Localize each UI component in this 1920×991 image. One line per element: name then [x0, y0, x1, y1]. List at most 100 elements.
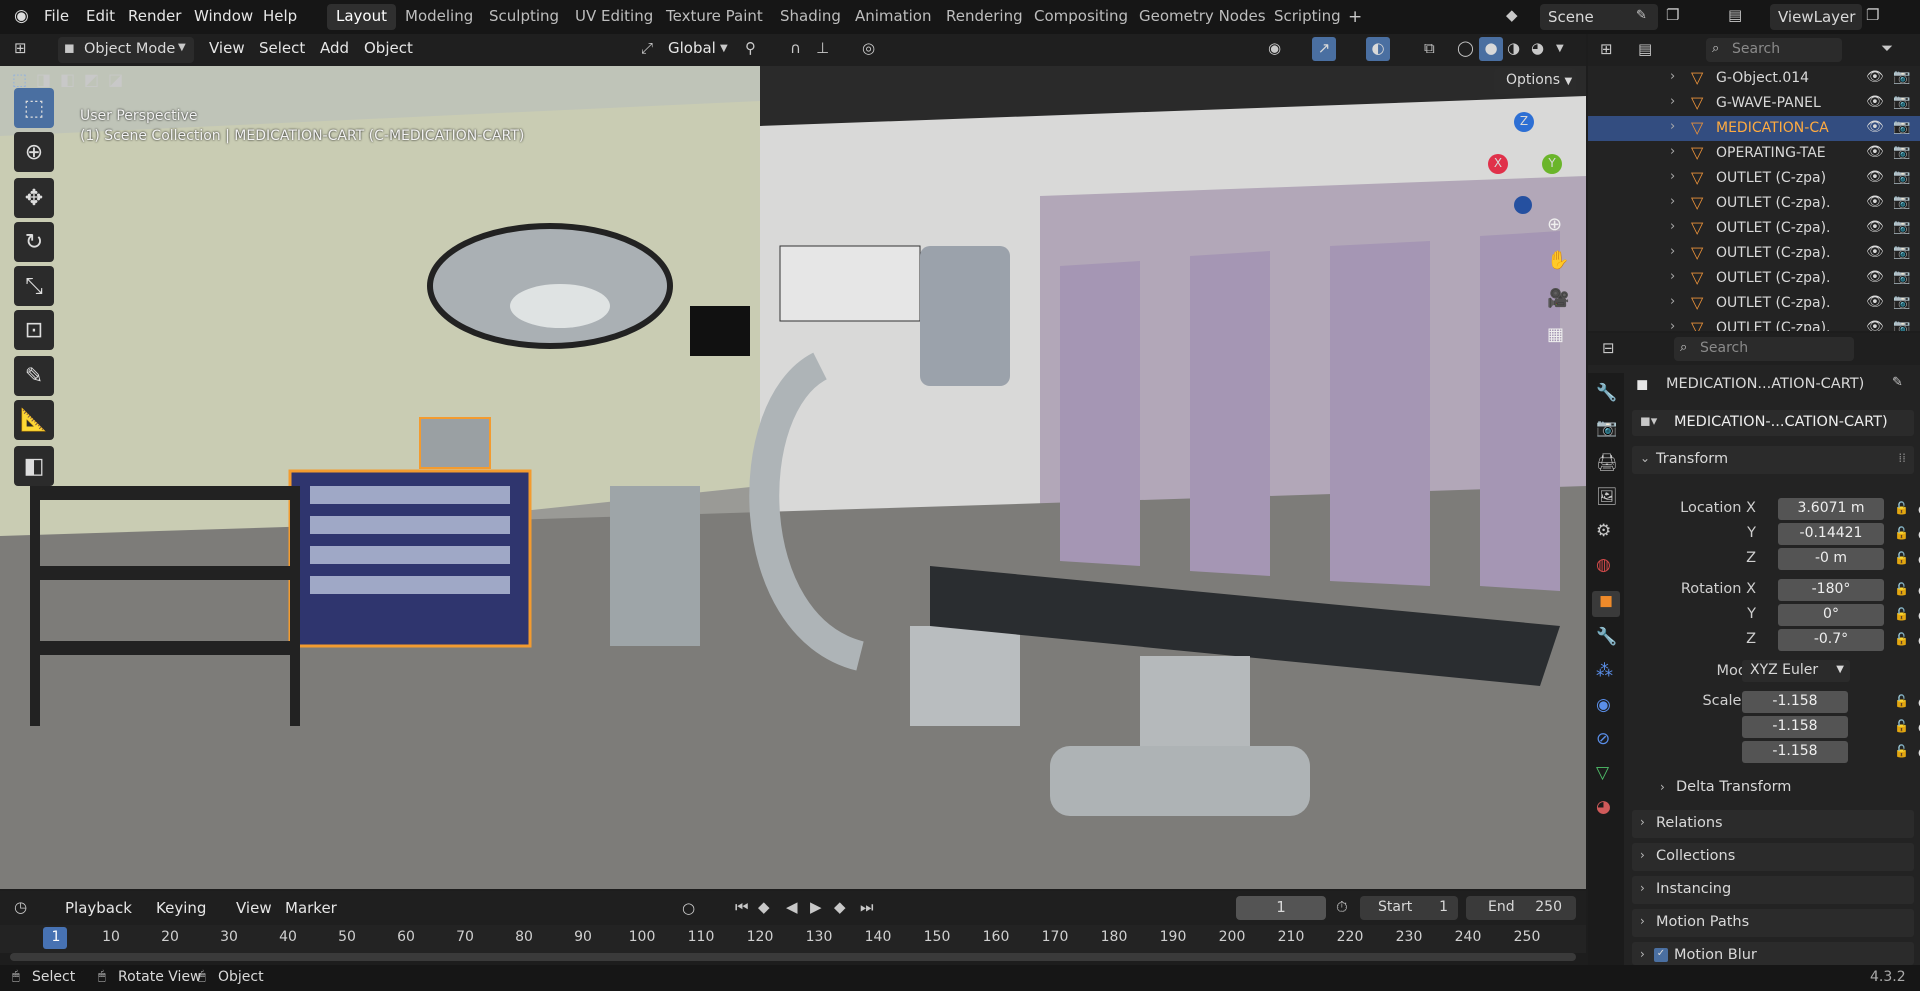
eye-icon[interactable]: 👁: [1866, 94, 1884, 110]
lock-icon[interactable]: 🔓: [1894, 582, 1909, 596]
outliner-row[interactable]: › ▽ OPERATING-TAE 👁 📷: [1588, 141, 1920, 166]
gizmo-toggle[interactable]: ↗: [1312, 37, 1336, 61]
eye-icon[interactable]: 👁: [1866, 69, 1884, 85]
camera-icon[interactable]: 📷: [1893, 94, 1910, 110]
menu-marker[interactable]: Marker: [285, 899, 337, 917]
gizmo-y-axis[interactable]: Y: [1542, 154, 1562, 174]
orientation-selector[interactable]: Global: [668, 39, 716, 57]
menu-timeline-view[interactable]: View: [236, 899, 272, 917]
tab-modeling[interactable]: Modeling: [396, 4, 482, 30]
end-frame-field[interactable]: End 250: [1466, 896, 1576, 920]
expand-arrow-icon[interactable]: ›: [1670, 119, 1675, 134]
outliner-row[interactable]: › ▽ OUTLET (C-zpa) 👁 📷: [1588, 166, 1920, 191]
view-layer-tab-icon[interactable]: 🖼: [1596, 487, 1618, 507]
snap-icon[interactable]: ∩: [790, 39, 801, 57]
xray-icon[interactable]: ⧉: [1424, 39, 1435, 57]
auto-keying-icon[interactable]: ○: [682, 899, 695, 917]
outliner-row[interactable]: › ▽ OUTLET (C-zpa). 👁 📷: [1588, 316, 1920, 331]
location-x-field[interactable]: 3.6071 m: [1778, 498, 1884, 520]
transform-tool[interactable]: ⊡: [14, 310, 54, 350]
camera-icon[interactable]: 📷: [1893, 169, 1910, 185]
eye-icon[interactable]: 👁: [1866, 294, 1884, 310]
timeline-scrollbar[interactable]: [10, 953, 1576, 961]
navigation-gizmo[interactable]: Z X Y: [1480, 112, 1580, 214]
eye-icon[interactable]: 👁: [1866, 194, 1884, 210]
tab-layout[interactable]: Layout: [327, 4, 396, 30]
stopwatch-icon[interactable]: ⏱: [1336, 898, 1348, 916]
select-box-tool[interactable]: ⬚: [14, 88, 54, 128]
select-intersect-icon[interactable]: ◪: [108, 70, 123, 89]
gizmo-x-axis[interactable]: X: [1488, 154, 1508, 174]
outliner-search[interactable]: ⌕ Search: [1706, 38, 1842, 62]
scene-tab-icon[interactable]: ⚙: [1596, 521, 1611, 541]
select-new-icon[interactable]: ⬚: [12, 70, 27, 89]
play-reverse-icon[interactable]: ◀: [786, 898, 798, 916]
expand-arrow-icon[interactable]: ›: [1670, 294, 1675, 309]
scene-icon[interactable]: ◆: [1506, 6, 1518, 24]
object-name[interactable]: MEDICATION...ATION-CART): [1666, 376, 1864, 392]
tab-rendering[interactable]: Rendering: [937, 4, 1032, 30]
pin-icon[interactable]: ✎: [1636, 8, 1647, 23]
material-tab-icon[interactable]: ◕: [1596, 797, 1611, 817]
constraints-tab-icon[interactable]: ⊘: [1596, 729, 1610, 749]
delta-transform-subpanel[interactable]: › Delta Transform: [1656, 779, 1896, 803]
tab-sculpting[interactable]: Sculpting: [480, 4, 568, 30]
add-workspace-icon[interactable]: +: [1348, 7, 1362, 27]
menu-edit[interactable]: Edit: [86, 7, 115, 25]
world-tab-icon[interactable]: ◍: [1596, 555, 1611, 575]
collections-panel-header[interactable]: › Collections: [1632, 843, 1914, 871]
physics-tab-icon[interactable]: ◉: [1596, 695, 1611, 715]
tab-animation[interactable]: Animation: [846, 4, 940, 30]
chevron-down-icon[interactable]: ▼: [1556, 43, 1564, 54]
editor-type-icon[interactable]: ⊞: [14, 39, 27, 57]
menu-render[interactable]: Render: [128, 7, 181, 25]
outliner-row[interactable]: › ▽ OUTLET (C-zpa). 👁 📷: [1588, 266, 1920, 291]
lock-icon[interactable]: 🔓: [1894, 694, 1909, 708]
menu-view[interactable]: View: [209, 39, 245, 57]
next-keyframe-icon[interactable]: ◆: [834, 898, 846, 916]
gizmo-neg-z-axis[interactable]: [1514, 196, 1532, 214]
prev-keyframe-icon[interactable]: ◆: [758, 898, 770, 916]
camera-icon[interactable]: 📷: [1893, 269, 1910, 285]
rotation-mode-select[interactable]: XYZ Euler ▼: [1742, 660, 1850, 682]
render-tab-icon[interactable]: 📷: [1596, 418, 1617, 438]
camera-icon[interactable]: 📷: [1893, 119, 1910, 135]
menu-object[interactable]: Object: [364, 39, 413, 57]
properties-search[interactable]: ⌕ Search: [1674, 337, 1854, 361]
lock-icon[interactable]: 🔓: [1894, 501, 1909, 515]
camera-view-icon[interactable]: 🎥: [1547, 288, 1569, 309]
current-frame-field[interactable]: 1: [1236, 896, 1326, 920]
camera-icon[interactable]: 📷: [1893, 294, 1910, 310]
camera-icon[interactable]: 📷: [1893, 219, 1910, 235]
outliner-row[interactable]: › ▽ OUTLET (C-zpa). 👁 📷: [1588, 216, 1920, 241]
eye-icon[interactable]: 👁: [1866, 144, 1884, 160]
expand-arrow-icon[interactable]: ›: [1670, 169, 1675, 184]
solid-shading-button[interactable]: ●: [1479, 37, 1503, 61]
menu-add[interactable]: Add: [320, 39, 349, 57]
camera-icon[interactable]: 📷: [1893, 319, 1910, 331]
gizmo-z-axis[interactable]: Z: [1514, 112, 1534, 132]
tab-texture-paint[interactable]: Texture Paint: [657, 4, 772, 30]
properties-editor-icon[interactable]: ⊟: [1602, 339, 1615, 357]
play-icon[interactable]: ▶: [810, 898, 822, 916]
select-invert-icon[interactable]: ◩: [84, 70, 99, 89]
overlay-toggle[interactable]: ◐: [1366, 37, 1390, 61]
ortho-grid-icon[interactable]: ▦: [1547, 324, 1564, 345]
object-data-selector[interactable]: ◼▾ MEDICATION-...CATION-CART): [1632, 410, 1914, 436]
rotate-tool[interactable]: ↻: [14, 222, 54, 262]
outliner-editor-icon[interactable]: ⊞: [1600, 40, 1613, 58]
cursor-tool[interactable]: ⊕: [14, 132, 54, 172]
instancing-panel-header[interactable]: › Instancing: [1632, 876, 1914, 904]
particles-tab-icon[interactable]: ⁂: [1596, 661, 1613, 681]
motion-blur-panel-header[interactable]: › ✓ Motion Blur: [1632, 942, 1914, 965]
proportional-edit-icon[interactable]: ◎: [862, 39, 875, 57]
mode-selector[interactable]: ◼ Object Mode ▼: [58, 37, 194, 63]
measure-tool[interactable]: 📐: [14, 400, 54, 440]
eye-icon[interactable]: 👁: [1866, 169, 1884, 185]
output-tab-icon[interactable]: 🖨: [1596, 453, 1618, 473]
pivot-icon[interactable]: ⚲: [745, 39, 756, 57]
outliner-row[interactable]: › ▽ OUTLET (C-zpa). 👁 📷: [1588, 291, 1920, 316]
scale-z-field[interactable]: -1.158: [1742, 741, 1848, 763]
menu-file[interactable]: File: [44, 7, 69, 25]
tab-scripting[interactable]: Scripting: [1265, 4, 1350, 30]
